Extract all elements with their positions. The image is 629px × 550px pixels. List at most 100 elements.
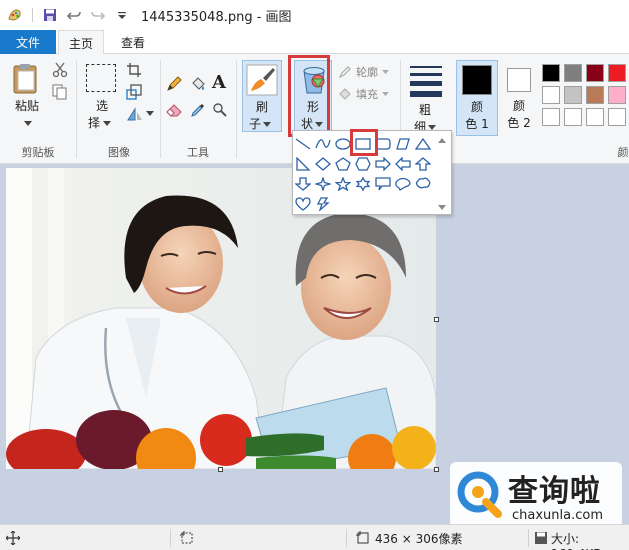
pencil-icon[interactable] (166, 76, 182, 95)
rotate-dropdown-arrow (146, 111, 154, 116)
palette-swatch[interactable] (608, 108, 626, 126)
shape-up-arrow[interactable] (413, 155, 433, 173)
shape-five-point-star[interactable] (333, 175, 353, 193)
watermark: 查询啦 chaxunla.com (450, 462, 622, 528)
group-separator (160, 60, 161, 158)
shape-curve[interactable] (313, 135, 333, 153)
fill-bucket-icon[interactable] (190, 76, 206, 95)
brush-icon (246, 64, 278, 99)
gallery-scroll-down-icon[interactable] (437, 201, 447, 215)
tab-home[interactable]: 主页 (58, 30, 104, 55)
palette-swatch[interactable] (586, 64, 604, 82)
shape-right-arrow[interactable] (373, 155, 393, 173)
select-dropdown-arrow (103, 120, 112, 126)
customize-qat-icon[interactable] (113, 6, 131, 24)
size-line-2 (410, 73, 442, 76)
shape-cloud-callout[interactable] (413, 175, 433, 193)
resize-icon[interactable] (126, 84, 142, 103)
group-separator (236, 60, 237, 158)
palette-swatch[interactable] (564, 64, 582, 82)
watermark-url: chaxunla.com (512, 508, 603, 523)
palette-swatch[interactable] (608, 86, 626, 104)
size-line-1 (410, 66, 442, 68)
paste-dropdown-arrow[interactable] (24, 116, 32, 130)
shape-line[interactable] (293, 135, 313, 153)
select-button-line2-wrap[interactable]: 择 (88, 115, 112, 132)
brushes-dropdown-arrow (263, 121, 272, 127)
tab-file[interactable]: 文件 (0, 30, 56, 54)
shape-heart[interactable] (293, 195, 313, 213)
canvas-resize-handle-corner[interactable] (434, 467, 439, 472)
size-line-4 (410, 91, 442, 97)
rotate-button[interactable] (126, 106, 154, 122)
ribbon-tab-bar: 文件 主页 查看 (0, 30, 629, 55)
color1-label-line1: 颜 (470, 100, 483, 114)
outline-button[interactable]: 轮廓 (338, 64, 389, 80)
group-separator (76, 60, 77, 158)
color1-swatch (462, 65, 492, 95)
shape-right-triangle[interactable] (293, 155, 313, 173)
shape-lightning[interactable] (313, 195, 333, 213)
paste-button[interactable]: 粘贴 (6, 98, 48, 115)
rectangle-highlight-box (350, 129, 378, 156)
palette-swatch[interactable] (542, 64, 560, 82)
watermark-brand: 查询啦 (508, 474, 601, 509)
color2-label-line2: 色 2 (507, 116, 531, 130)
gallery-scroll-up-icon[interactable] (437, 133, 447, 147)
shape-down-arrow[interactable] (293, 175, 313, 193)
eraser-icon[interactable] (166, 102, 182, 121)
copy-icon[interactable] (52, 84, 68, 103)
select-button-line1[interactable]: 选 (84, 98, 120, 115)
shape-pentagon[interactable] (333, 155, 353, 173)
group-label-colors: 颜 (617, 146, 629, 159)
group-label-tools: 工具 (187, 146, 209, 159)
color-palette (540, 62, 629, 128)
fill-dropdown-arrow (382, 91, 389, 96)
save-icon[interactable] (41, 6, 59, 24)
shape-polygon[interactable] (393, 135, 413, 153)
magnifier-icon[interactable] (212, 102, 228, 121)
shape-oval-callout[interactable] (393, 175, 413, 193)
qat-separator (32, 8, 33, 22)
select-button-line2: 择 (88, 116, 101, 130)
select-icon[interactable] (86, 64, 116, 92)
palette-swatch[interactable] (564, 86, 582, 104)
group-label-image: 图像 (108, 146, 130, 159)
shape-four-point-star[interactable] (313, 175, 333, 193)
cursor-position-icon (5, 530, 21, 548)
canvas-resize-handle-bottom[interactable] (218, 467, 223, 472)
canvas-resize-handle-right[interactable] (434, 317, 439, 322)
outline-label: 轮廓 (356, 66, 378, 79)
shape-hexagon[interactable] (353, 155, 373, 173)
color1-button[interactable]: 颜 色 1 (456, 60, 498, 136)
fill-button[interactable]: 填充 (338, 86, 389, 102)
cut-icon[interactable] (52, 62, 68, 81)
color2-label-line1: 颜 (512, 99, 525, 113)
paste-icon[interactable] (10, 62, 44, 96)
paint-app-icon[interactable] (6, 6, 24, 24)
brushes-label-line1: 刷 (255, 100, 268, 114)
shape-triangle[interactable] (413, 135, 433, 153)
palette-swatch[interactable] (542, 86, 560, 104)
shape-diamond[interactable] (313, 155, 333, 173)
palette-swatch[interactable] (542, 108, 560, 126)
brushes-button[interactable]: 刷 子 (242, 60, 282, 132)
color-picker-icon[interactable] (190, 102, 206, 121)
color2-button[interactable]: 颜 色 2 (500, 60, 538, 136)
shape-six-point-star[interactable] (353, 175, 373, 193)
redo-icon[interactable] (89, 6, 107, 24)
palette-swatch[interactable] (608, 64, 626, 82)
shape-rect-callout[interactable] (373, 175, 393, 193)
text-tool-icon[interactable]: A (212, 72, 226, 93)
tab-view[interactable]: 查看 (110, 30, 156, 54)
size-button[interactable]: 粗 细 (408, 62, 444, 136)
group-label-clipboard: 剪贴板 (21, 146, 55, 159)
color2-swatch (507, 68, 531, 92)
crop-icon[interactable] (126, 62, 142, 81)
palette-swatch[interactable] (586, 86, 604, 104)
undo-icon[interactable] (65, 6, 83, 24)
palette-swatch[interactable] (564, 108, 582, 126)
palette-swatch[interactable] (586, 108, 604, 126)
shape-left-arrow[interactable] (393, 155, 413, 173)
fill-icon (339, 88, 351, 100)
